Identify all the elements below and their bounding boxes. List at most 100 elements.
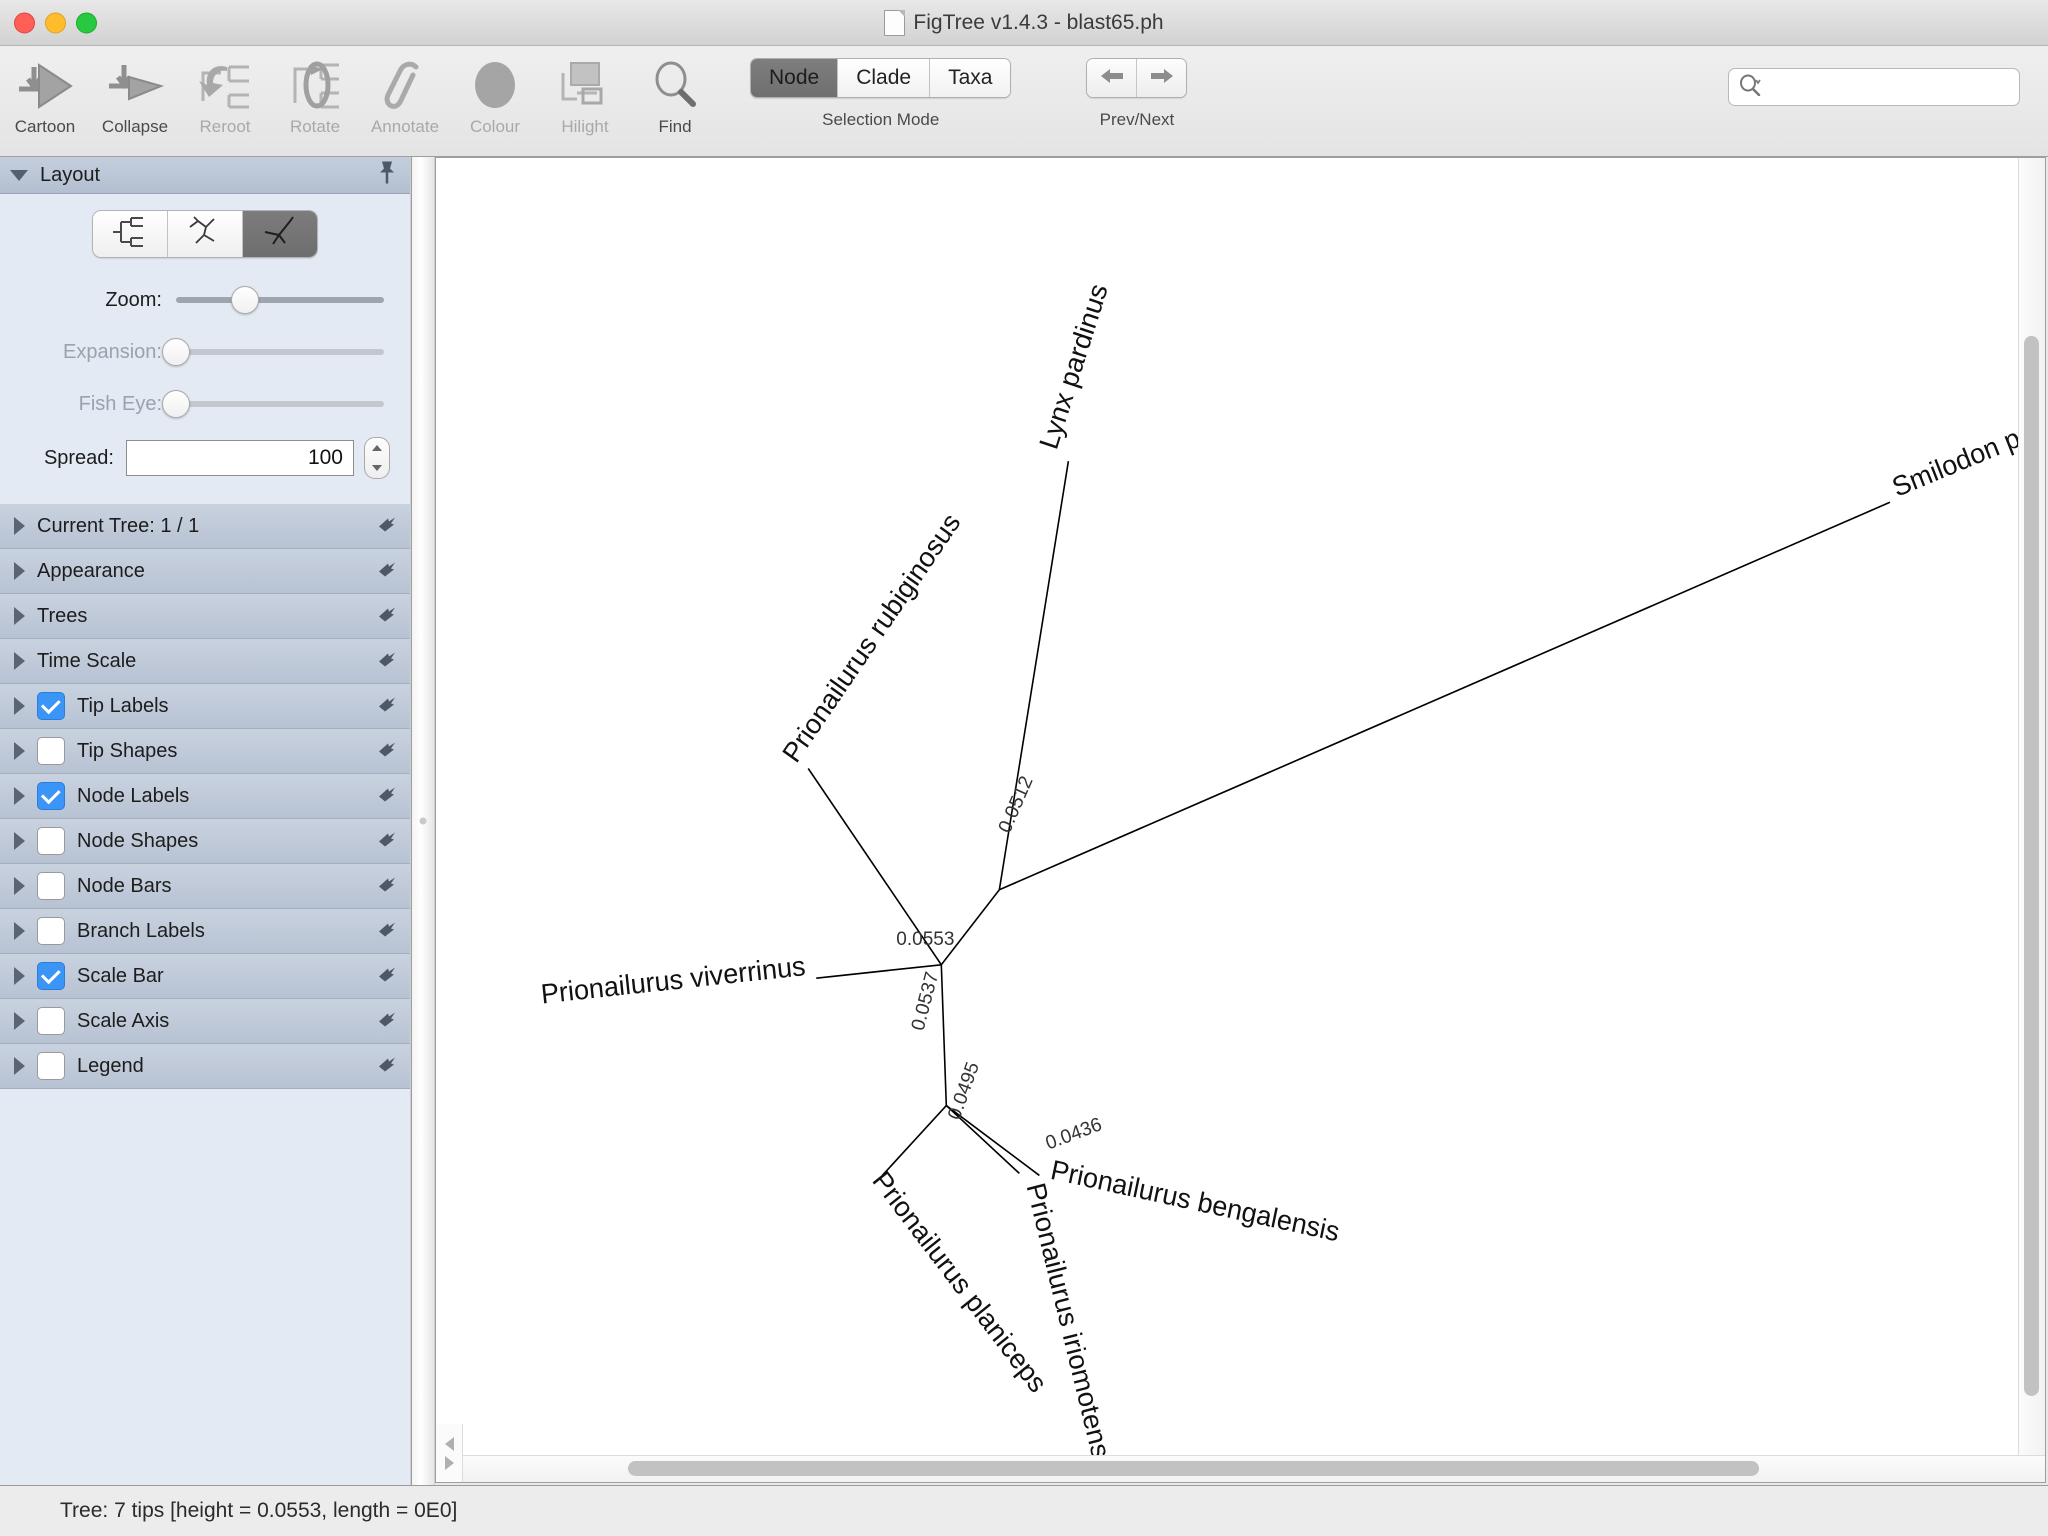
sidebar-item-branch-labels[interactable]: Branch Labels bbox=[0, 909, 410, 954]
sidebar-item-scale-bar[interactable]: Scale Bar bbox=[0, 954, 410, 999]
selection-mode-clade[interactable]: Clade bbox=[838, 59, 931, 97]
rectangular-layout-button[interactable] bbox=[93, 211, 168, 257]
scroll-right-icon[interactable] bbox=[444, 1455, 454, 1470]
spread-input[interactable]: 100 bbox=[126, 440, 354, 476]
tree-horizontal-scrollbar[interactable] bbox=[436, 1424, 2045, 1482]
chevron-right-icon[interactable] bbox=[14, 517, 25, 535]
chevron-down-icon[interactable] bbox=[10, 169, 28, 181]
tip-label[interactable]: Prionailurus viverrinus bbox=[539, 950, 806, 1010]
sidebar-splitter[interactable] bbox=[411, 157, 435, 1485]
zoom-slider-track[interactable] bbox=[176, 286, 384, 314]
chevron-right-icon[interactable] bbox=[14, 967, 25, 985]
toolbar-button-reroot[interactable]: Reroot bbox=[180, 46, 270, 154]
tree-canvas-wrapper[interactable]: 0.0512 0.0553 0.0537 0.0495 0.0436 Lynx pard… bbox=[436, 158, 2045, 1455]
chevron-right-icon[interactable] bbox=[14, 1057, 25, 1075]
pin-icon[interactable] bbox=[376, 560, 398, 583]
pin-icon[interactable] bbox=[376, 920, 398, 943]
tip-label[interactable]: Prionailurus iriomotensis bbox=[1021, 1180, 1122, 1455]
toolbar-button-colour[interactable]: Colour bbox=[450, 46, 540, 154]
prev-next-segmented[interactable] bbox=[1086, 58, 1188, 98]
chevron-right-icon[interactable] bbox=[14, 877, 25, 895]
fisheye-slider-track[interactable] bbox=[162, 390, 384, 418]
sidebar-item-node-labels[interactable]: Node Labels bbox=[0, 774, 410, 819]
center-to-upper-branch[interactable] bbox=[940, 889, 1000, 966]
tree-scroll-arrows[interactable] bbox=[436, 1424, 463, 1482]
pin-icon[interactable] bbox=[376, 740, 398, 763]
chevron-right-icon[interactable] bbox=[14, 832, 25, 850]
splitter-grip[interactable] bbox=[419, 817, 427, 825]
toolbar-button-cartoon[interactable]: Cartoon bbox=[0, 46, 90, 154]
next-button[interactable] bbox=[1137, 59, 1187, 97]
chevron-right-icon[interactable] bbox=[14, 1012, 25, 1030]
tip-label[interactable]: Prionailurus rubiginosus bbox=[776, 507, 966, 768]
tip-labels-checkbox[interactable] bbox=[37, 692, 65, 720]
toolbar-button-annotate[interactable]: Annotate bbox=[360, 46, 450, 154]
sidebar-item-trees[interactable]: Trees bbox=[0, 594, 410, 639]
selection-mode-taxa[interactable]: Taxa bbox=[930, 59, 1011, 97]
sidebar-item-time-scale[interactable]: Time Scale bbox=[0, 639, 410, 684]
sidebar-item-scale-axis[interactable]: Scale Axis bbox=[0, 999, 410, 1044]
scroll-left-icon[interactable] bbox=[444, 1436, 454, 1451]
pin-icon[interactable] bbox=[376, 965, 398, 988]
pin-icon[interactable] bbox=[376, 785, 398, 808]
pin-icon[interactable] bbox=[376, 605, 398, 628]
sidebar-item-appearance[interactable]: Appearance bbox=[0, 549, 410, 594]
layout-panel-header[interactable]: Layout bbox=[0, 157, 410, 194]
pin-icon[interactable] bbox=[376, 650, 398, 673]
pin-icon[interactable] bbox=[376, 695, 398, 718]
expansion-slider-track[interactable] bbox=[162, 338, 384, 366]
pin-icon[interactable] bbox=[376, 875, 398, 898]
chevron-right-icon[interactable] bbox=[14, 742, 25, 760]
tree-vertical-scroll-thumb[interactable] bbox=[2024, 336, 2039, 1396]
selection-mode-segmented[interactable]: Node Clade Taxa bbox=[750, 58, 1012, 98]
sidebar-item-current-tree[interactable]: Current Tree: 1 / 1 bbox=[0, 504, 410, 549]
tip-shapes-checkbox[interactable] bbox=[37, 737, 65, 765]
smilodon-branch[interactable] bbox=[999, 501, 1891, 891]
chevron-right-icon[interactable] bbox=[14, 607, 25, 625]
sidebar-item-node-bars[interactable]: Node Bars bbox=[0, 864, 410, 909]
stepper-up-icon[interactable] bbox=[372, 445, 382, 451]
chevron-right-icon[interactable] bbox=[14, 922, 25, 940]
prev-button[interactable] bbox=[1087, 59, 1138, 97]
toolbar-button-find[interactable]: Find bbox=[630, 46, 720, 154]
tree-horizontal-scroll-thumb[interactable] bbox=[628, 1461, 1759, 1476]
toolbar-button-hilight[interactable]: Hilight bbox=[540, 46, 630, 154]
radial-layout-button[interactable] bbox=[243, 211, 317, 257]
fisheye-slider-knob[interactable] bbox=[162, 390, 190, 418]
legend-checkbox[interactable] bbox=[37, 1052, 65, 1080]
pin-icon[interactable] bbox=[376, 1010, 398, 1033]
phylogenetic-tree-canvas[interactable]: 0.0512 0.0553 0.05370.0495 0.0436 Lynx pard… bbox=[436, 158, 2045, 1455]
toolbar-button-collapse[interactable]: Collapse bbox=[90, 46, 180, 154]
chevron-right-icon[interactable] bbox=[14, 652, 25, 670]
spread-stepper[interactable] bbox=[364, 437, 390, 479]
sidebar-item-node-shapes[interactable]: Node Shapes bbox=[0, 819, 410, 864]
scale-axis-checkbox[interactable] bbox=[37, 1007, 65, 1035]
sidebar-item-tip-shapes[interactable]: Tip Shapes bbox=[0, 729, 410, 774]
center-to-lower-branch[interactable] bbox=[940, 964, 948, 1106]
node-bars-checkbox[interactable] bbox=[37, 872, 65, 900]
sidebar-item-tip-labels[interactable]: Tip Labels bbox=[0, 684, 410, 729]
pin-icon[interactable] bbox=[376, 515, 398, 538]
tree-vertical-scrollbar[interactable] bbox=[2018, 158, 2045, 1455]
selection-mode-node[interactable]: Node bbox=[751, 59, 839, 97]
tip-label[interactable]: Prionailurus bengalensis bbox=[1048, 1154, 1342, 1248]
sidebar-item-legend[interactable]: Legend bbox=[0, 1044, 410, 1089]
zoom-slider-knob[interactable] bbox=[230, 286, 259, 314]
pin-icon[interactable] bbox=[376, 830, 398, 853]
branch-labels-checkbox[interactable] bbox=[37, 917, 65, 945]
node-shapes-checkbox[interactable] bbox=[37, 827, 65, 855]
expansion-slider-knob[interactable] bbox=[162, 338, 190, 366]
pin-icon[interactable] bbox=[376, 160, 398, 191]
tip-label[interactable]: Lynx pardinus bbox=[1033, 280, 1114, 453]
pin-icon[interactable] bbox=[376, 1055, 398, 1078]
search-input[interactable] bbox=[1769, 77, 2009, 97]
layout-mode-segmented[interactable] bbox=[92, 210, 318, 258]
chevron-right-icon[interactable] bbox=[14, 562, 25, 580]
node-labels-checkbox[interactable] bbox=[37, 782, 65, 810]
scale-bar-checkbox[interactable] bbox=[37, 962, 65, 990]
search-box[interactable] bbox=[1728, 68, 2020, 106]
chevron-right-icon[interactable] bbox=[14, 787, 25, 805]
polar-layout-button[interactable] bbox=[168, 211, 243, 257]
stepper-down-icon[interactable] bbox=[372, 465, 382, 471]
chevron-right-icon[interactable] bbox=[14, 697, 25, 715]
